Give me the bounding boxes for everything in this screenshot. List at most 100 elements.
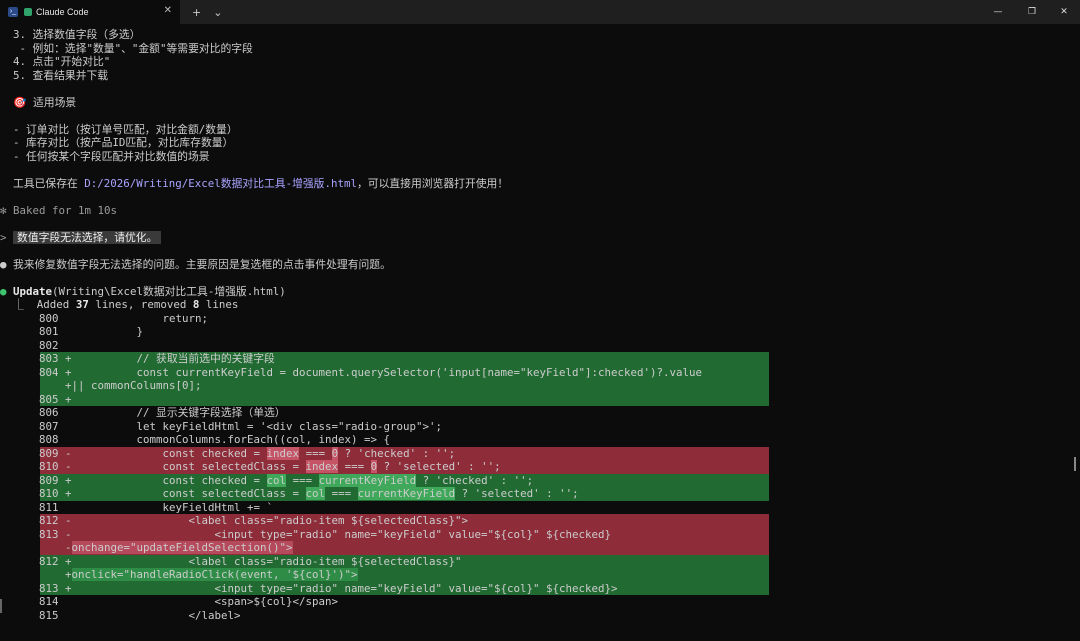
file-path-link[interactable]: D:/2026/Writing/Excel数据对比工具-增强版.html	[84, 177, 357, 190]
diff-sign	[65, 312, 78, 325]
line-number: 812	[0, 514, 66, 527]
line-number: 809	[0, 446, 66, 460]
diff-sign: +	[65, 568, 72, 581]
assistant-message: ● 我来修复数值字段无法选择的问题。主要原因是复选框的点击事件处理有问题。	[0, 257, 391, 271]
diff-code: <input type="radio" name="keyField" valu…	[78, 581, 618, 595]
tab-dropdown-button[interactable]: ⌄	[213, 6, 222, 19]
claude-code-icon	[24, 8, 32, 16]
saved-message: 工具已保存在 D:/2026/Writing/Excel数据对比工具-增强版.h…	[0, 176, 509, 190]
diff-line: 805 +	[0, 393, 78, 407]
diff-line: 813 - <input type="radio" name="keyField…	[0, 528, 611, 542]
line-number: 803	[0, 352, 66, 365]
diff-line: -onchange="updateFieldSelection()">	[0, 541, 293, 555]
diff-line: 804 + const currentKeyField = document.q…	[0, 366, 702, 380]
diff-added-bg	[40, 392, 769, 406]
line-number: 812	[0, 554, 66, 568]
diff-code: const checked = col === currentKeyField …	[78, 473, 534, 487]
diff-sign: +	[65, 352, 79, 365]
diff-sign: -	[65, 446, 79, 460]
diff-line: 800 return;	[0, 312, 208, 326]
step-4: 4. 点击"开始对比"	[0, 55, 111, 68]
diff-sign: -	[65, 460, 79, 473]
line-number: 815	[0, 608, 66, 622]
diff-code: onchange="updateFieldSelection()">	[71, 541, 293, 554]
diff-line: 801 }	[0, 325, 143, 339]
diff-code: const currentKeyField = document.querySe…	[78, 365, 703, 379]
step-3: 3. 选择数值字段（多选）	[0, 28, 141, 41]
diff-line: +|| commonColumns[0];	[0, 379, 202, 393]
diff-sign: -	[65, 514, 79, 527]
diff-code: }	[78, 325, 144, 338]
scene-item: - 订单对比（按订单号匹配，对比金额/数量）	[0, 122, 238, 136]
diff-sign: +	[65, 581, 79, 595]
step-3-example: - 例如：选择"数量"、"金额"等需要对比的字段	[0, 41, 253, 55]
line-number: 810	[0, 487, 66, 500]
step-5: 5. 查看结果并下载	[0, 68, 109, 82]
scrollbar[interactable]	[1074, 457, 1076, 471]
diff-code: const checked = index === 0 ? 'checked' …	[78, 446, 456, 460]
line-number: 806	[0, 406, 66, 419]
line-number	[0, 541, 65, 554]
diff-code: <label class="radio-item ${selectedClass…	[78, 554, 462, 568]
line-number: 808	[0, 433, 66, 446]
titlebar: ›_ Claude Code ✕ + ⌄ — ❐ ✕	[0, 0, 1080, 24]
diff-sign	[65, 501, 78, 514]
diff-line: 812 - <label class="radio-item ${selecte…	[0, 514, 468, 528]
powershell-icon: ›_	[8, 7, 18, 17]
diff-line: 814 <span>${col}</span>	[0, 595, 338, 609]
diff-line: 810 + const selectedClass = col === curr…	[0, 487, 579, 501]
diff-sign: +	[65, 392, 79, 406]
line-number: 805	[0, 392, 66, 406]
diff-sign	[65, 406, 78, 419]
line-number: 802	[0, 338, 66, 352]
line-number: 800	[0, 311, 66, 325]
diff-line: 809 + const checked = col === currentKey…	[0, 473, 534, 488]
diff-line: 809 - const checked = index === 0 ? 'che…	[0, 446, 456, 461]
diff-code: <label class="radio-item ${selectedClass…	[78, 514, 469, 527]
diff-sign: +	[65, 554, 79, 568]
diff-line: 807 let keyFieldHtml = '<div class="radi…	[0, 420, 442, 434]
diff-code: let keyFieldHtml = '<div class="radio-gr…	[78, 419, 443, 433]
diff-sign: -	[65, 527, 79, 541]
diff-code: keyFieldHtml += `	[78, 500, 274, 514]
diff-sign	[65, 325, 78, 338]
diff-sign: -	[65, 541, 72, 554]
diff-code: commonColumns.forEach((col, index) => {	[78, 433, 391, 446]
user-prompt: > 数值字段无法选择，请优化。	[0, 230, 162, 245]
close-window-button[interactable]: ✕	[1046, 0, 1080, 24]
diff-code: <span>${col}</span>	[78, 595, 339, 608]
diff-code: return;	[78, 311, 209, 325]
diff-line: 813 + <input type="radio" name="keyField…	[0, 582, 618, 596]
diff-sign: +	[65, 365, 79, 379]
diff-code: || commonColumns[0];	[71, 379, 202, 392]
line-number	[0, 568, 65, 581]
diff-sign	[65, 433, 78, 446]
diff-sign	[65, 339, 78, 352]
minimize-button[interactable]: —	[980, 0, 1016, 24]
diff-code: // 显示关键字段选择（单选）	[78, 406, 286, 419]
tab-close-icon[interactable]: ✕	[164, 5, 172, 16]
line-number: 809	[0, 473, 66, 487]
diff-line: 810 - const selectedClass = index === 0 …	[0, 460, 501, 474]
diff-sign: +	[65, 487, 79, 500]
diff-line: +onclick="handleRadioClick(event, '${col…	[0, 568, 358, 582]
tab-claude-code[interactable]: ›_ Claude Code ✕	[0, 0, 180, 24]
scene-item: - 库存对比（按产品ID匹配，对比库存数量）	[0, 136, 234, 149]
restore-button[interactable]: ❐	[1014, 0, 1050, 24]
update-summary: ⎿ Added 37 lines, removed 8 lines	[0, 298, 239, 311]
line-number: 807	[0, 419, 66, 433]
diff-code: const selectedClass = index === 0 ? 'sel…	[78, 460, 501, 473]
terminal-output[interactable]: 3. 选择数值字段（多选） - 例如：选择"数量"、"金额"等需要对比的字段 4…	[0, 24, 1080, 641]
diff-line: 806 // 显示关键字段选择（单选）	[0, 406, 286, 420]
baked-status: ✻ Baked for 1m 10s	[0, 203, 118, 217]
line-number: 813	[0, 527, 66, 541]
diff-code: // 获取当前选中的关键字段	[78, 352, 275, 365]
new-tab-button[interactable]: +	[192, 6, 201, 19]
scene-item: - 任何按某个字段匹配并对比数值的场景	[0, 149, 210, 163]
diff-sign	[65, 420, 78, 433]
scene-heading: 🎯 适用场景	[13, 95, 77, 109]
diff-code: onclick="handleRadioClick(event, '${col}…	[71, 568, 358, 581]
text-cursor	[0, 599, 2, 613]
update-header: ● Update(Writing\Excel数据对比工具-增强版.html)	[0, 284, 286, 298]
diff-code: </label>	[78, 608, 241, 622]
